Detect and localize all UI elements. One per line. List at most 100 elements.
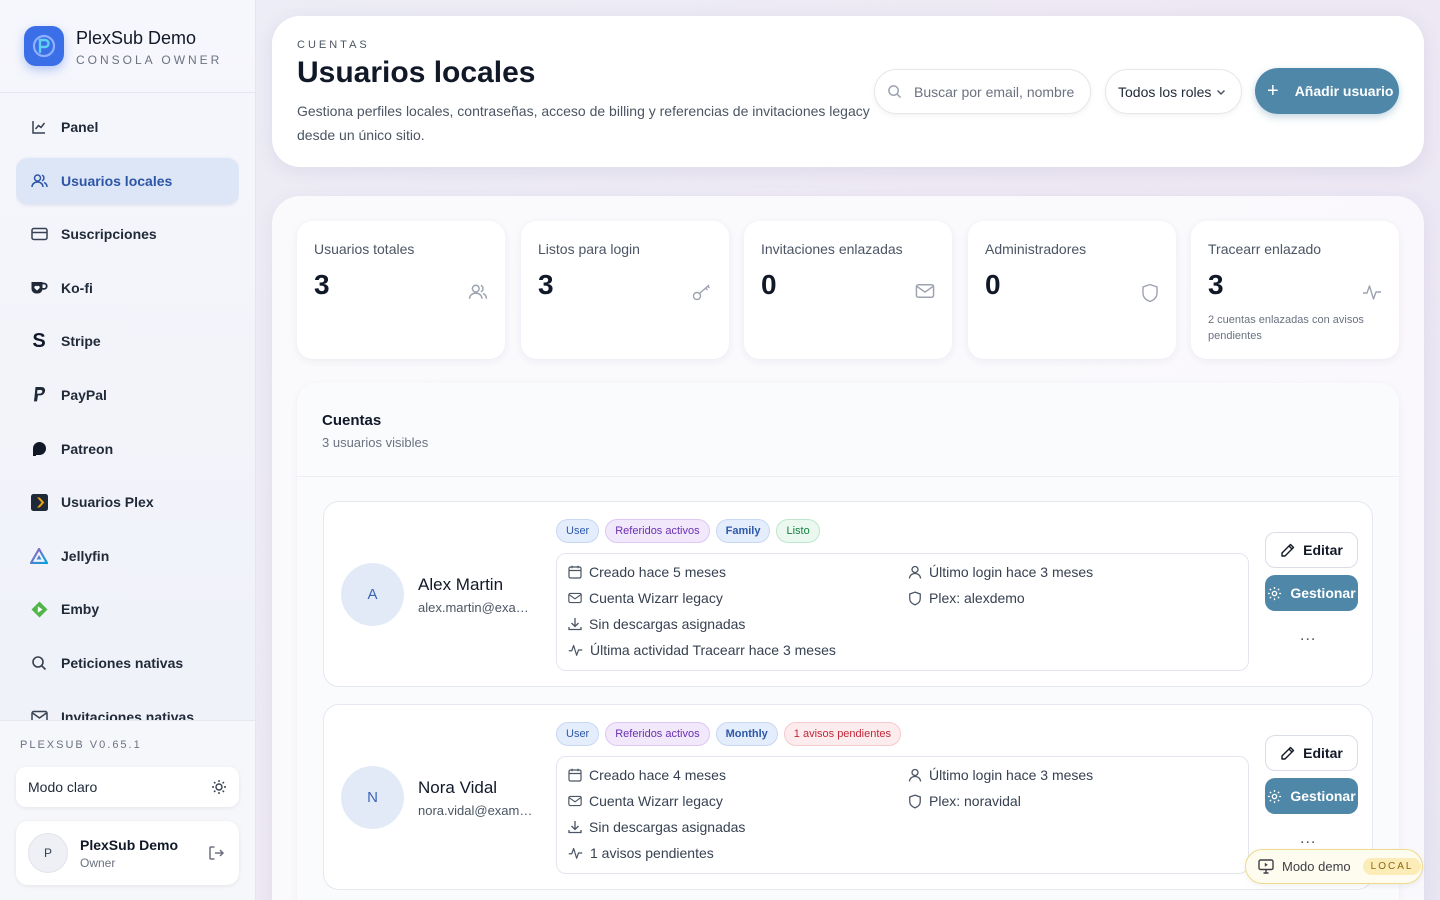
- sidebar: PlexSub Demo CONSOLA OWNER Panel Usuario…: [0, 0, 256, 900]
- user-email: alex.martin@example.com: [418, 600, 536, 615]
- mail-icon: [30, 708, 48, 720]
- sidebar-item-label: Emby: [61, 601, 100, 618]
- stat-card-admins: Administradores 0: [968, 221, 1176, 359]
- user-name: Alex Martin: [418, 575, 504, 594]
- search-input[interactable]: [914, 83, 1084, 100]
- logout-icon[interactable]: [208, 845, 225, 861]
- sidebar-item-label: Usuarios locales: [61, 172, 173, 189]
- more-options-button[interactable]: ...: [1300, 627, 1316, 645]
- search-box[interactable]: [874, 69, 1091, 114]
- sidebar-item-label: Panel: [61, 119, 99, 135]
- download-icon: [568, 617, 589, 631]
- stat-label: Usuarios totales: [314, 241, 415, 257]
- sidebar-item-usuarios-locales[interactable]: Usuarios locales: [16, 157, 239, 204]
- roles-filter-select[interactable]: Todos los roles: [1105, 69, 1242, 114]
- sidebar-item-paypal[interactable]: PayPal: [16, 372, 239, 418]
- local-badge: LOCAL: [1362, 858, 1422, 875]
- sidebar-item-usuarios-plex[interactable]: Usuarios Plex: [16, 479, 239, 525]
- credit-card-icon: [30, 225, 48, 243]
- brand[interactable]: PlexSub Demo CONSOLA OWNER: [24, 26, 222, 67]
- stat-label: Tracearr enlazado: [1208, 241, 1322, 257]
- created-info: Creado hace 4 meses: [568, 767, 726, 783]
- manage-button[interactable]: Gestionar: [1265, 778, 1358, 814]
- tag-list: User Referidos activos Monthly 1 avisos …: [556, 722, 907, 746]
- stat-value: 3: [538, 269, 554, 300]
- sidebar-item-label: Patreon: [61, 440, 114, 457]
- patreon-icon: [30, 440, 48, 458]
- sidebar-item-label: Invitaciones nativas: [61, 708, 195, 720]
- user-name: Nora Vidal: [418, 778, 498, 797]
- edit-button[interactable]: Editar: [1265, 735, 1358, 771]
- sidebar-item-kofi[interactable]: Ko-fi: [16, 265, 239, 311]
- sidebar-footer: PLEXSUB V0.65.1 Modo claro P PlexSub Dem…: [0, 720, 255, 900]
- sidebar-item-suscripciones[interactable]: Suscripciones: [16, 211, 239, 257]
- users-icon: [468, 283, 488, 301]
- gear-icon: [1267, 586, 1290, 601]
- account-details: Creado hace 5 meses Cuenta Wizarr legacy…: [556, 553, 1249, 671]
- add-user-button[interactable]: + Añadir usuario: [1255, 68, 1399, 114]
- referral-tag: Referidos activos: [605, 722, 710, 746]
- stat-label: Administradores: [985, 241, 1087, 257]
- plus-icon: +: [1267, 80, 1279, 102]
- pencil-icon: [1280, 543, 1303, 558]
- chart-line-icon: [30, 118, 48, 136]
- kofi-icon: [30, 279, 48, 297]
- stat-subtext: 2 cuentas enlazadas con avisos pendiente…: [1208, 314, 1364, 342]
- last-login-info: Último login hace 3 meses: [908, 767, 1093, 783]
- key-icon: [692, 283, 712, 301]
- page-header: CUENTAS Usuarios locales Gestiona perfil…: [272, 16, 1424, 167]
- sidebar-item-patreon[interactable]: Patreon: [16, 426, 239, 472]
- downloads-info: Sin descargas asignadas: [568, 616, 745, 632]
- account-details: Creado hace 4 meses Cuenta Wizarr legacy…: [556, 756, 1249, 874]
- user-icon: [908, 565, 929, 579]
- activity-icon: [568, 846, 590, 860]
- page-title: Usuarios locales: [297, 56, 536, 89]
- download-icon: [568, 820, 589, 834]
- plex-info: Plex: noravidal: [908, 793, 1021, 809]
- activity-info: 1 avisos pendientes: [568, 845, 714, 861]
- sidebar-item-label: Suscripciones: [61, 226, 157, 243]
- sun-icon: [211, 779, 227, 795]
- account-row: N Nora Vidal nora.vidal@example.com User…: [323, 704, 1373, 890]
- accounts-header: Cuentas 3 usuarios visibles: [297, 383, 1399, 477]
- stat-card-tracearr: Tracearr enlazado 3 2 cuentas enlazadas …: [1191, 221, 1399, 359]
- account-type-info: Cuenta Wizarr legacy: [568, 590, 723, 606]
- more-options-button[interactable]: ...: [1300, 830, 1316, 848]
- current-user-name: PlexSub Demo: [80, 836, 179, 853]
- activity-info: Última actividad Tracearr hace 3 meses: [568, 642, 836, 658]
- referral-tag: Referidos activos: [605, 519, 710, 543]
- app-version: PLEXSUB V0.65.1: [20, 739, 142, 751]
- theme-toggle-button[interactable]: Modo claro: [16, 767, 239, 807]
- current-user-role: Owner: [80, 855, 116, 870]
- stat-label: Listos para login: [538, 241, 640, 257]
- sidebar-item-emby[interactable]: Emby: [16, 586, 239, 632]
- stat-value: 3: [314, 269, 330, 300]
- stat-value: 3: [1208, 269, 1224, 300]
- sidebar-item-panel[interactable]: Panel: [16, 104, 239, 150]
- sidebar-nav: Panel Usuarios locales Suscripciones Ko-…: [16, 104, 239, 720]
- edit-button[interactable]: Editar: [1265, 532, 1358, 568]
- mail-icon: [915, 283, 935, 299]
- user-email: nora.vidal@example.com: [418, 803, 536, 818]
- roles-filter-value: Todos los roles: [1118, 83, 1212, 100]
- sidebar-item-jellyfin[interactable]: Jellyfin: [16, 533, 239, 579]
- demo-mode-badge[interactable]: Modo demo LOCAL: [1245, 849, 1423, 884]
- shield-icon: [1141, 283, 1159, 303]
- sidebar-item-invitaciones-nativas[interactable]: Invitaciones nativas: [16, 694, 239, 720]
- avatar: P: [28, 833, 68, 873]
- sidebar-item-label: Jellyfin: [61, 547, 110, 564]
- page-description: Gestiona perfiles locales, contraseñas, …: [297, 103, 870, 143]
- stat-label: Invitaciones enlazadas: [761, 241, 903, 257]
- search-icon: [30, 654, 48, 672]
- app-title: PlexSub Demo: [76, 28, 197, 48]
- sidebar-item-peticiones-nativas[interactable]: Peticiones nativas: [16, 640, 239, 686]
- jellyfin-icon: [30, 547, 48, 565]
- sidebar-item-stripe[interactable]: S Stripe: [16, 318, 239, 364]
- manage-button[interactable]: Gestionar: [1265, 575, 1358, 611]
- mail-icon: [568, 795, 589, 807]
- account-type-info: Cuenta Wizarr legacy: [568, 793, 723, 809]
- paypal-icon: [30, 386, 48, 404]
- stat-value: 0: [985, 269, 1001, 300]
- sidebar-divider: [0, 92, 255, 93]
- plex-info: Plex: alexdemo: [908, 590, 1025, 606]
